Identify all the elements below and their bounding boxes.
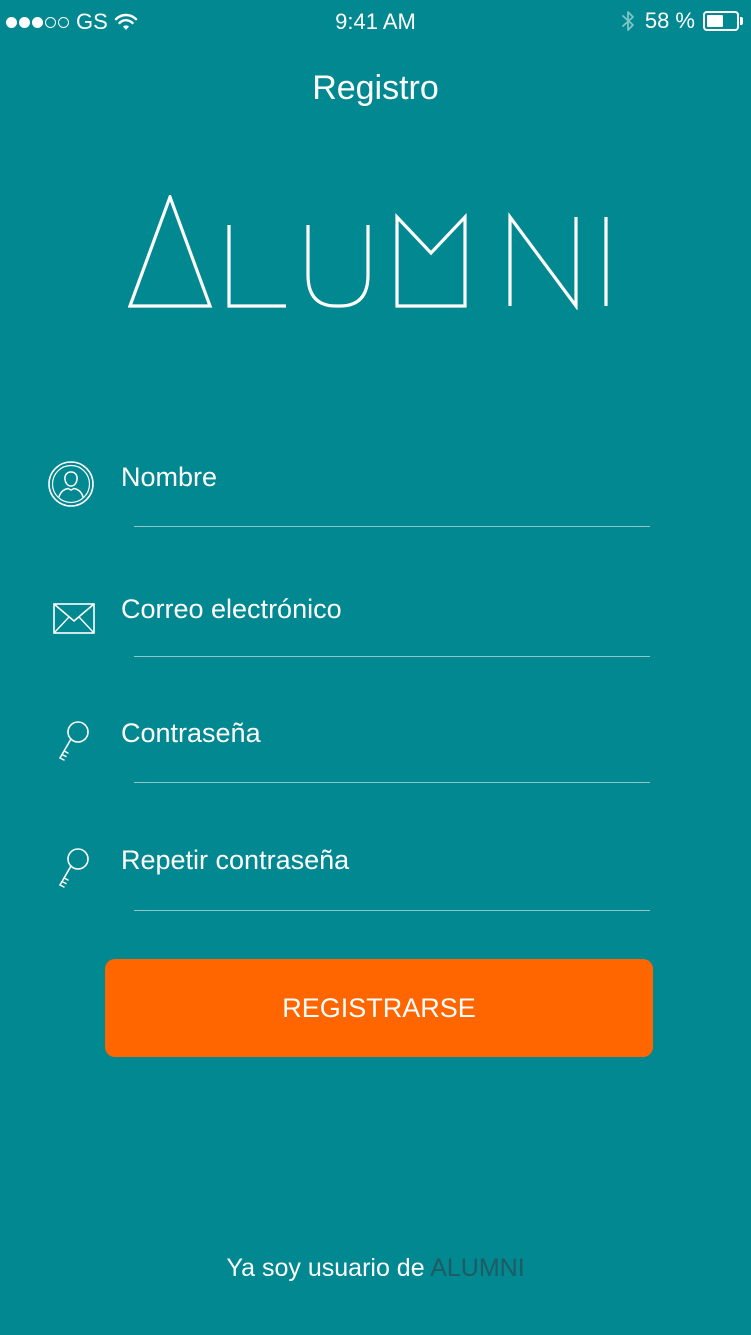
password-field — [0, 713, 751, 803]
alumni-logo — [128, 195, 608, 310]
bluetooth-icon — [621, 11, 634, 31]
battery-icon — [703, 11, 745, 31]
email-input[interactable] — [121, 589, 651, 629]
login-prompt-text: Ya soy usuario de — [226, 1254, 431, 1282]
logo-letter-n — [508, 212, 578, 310]
password-input[interactable] — [121, 713, 651, 753]
logo-letter-l — [227, 225, 286, 308]
email-field — [0, 589, 751, 679]
logo-letter-u — [306, 225, 370, 308]
logo-letter-m — [395, 212, 467, 308]
password-underline — [134, 782, 650, 783]
page-title: Registro — [312, 69, 439, 107]
name-underline — [134, 526, 650, 527]
user-icon — [48, 461, 94, 507]
battery-percent: 58 % — [644, 8, 695, 33]
login-link[interactable]: ALUMNI — [430, 1254, 524, 1282]
status-bar: GS 9:41 AM 58 % — [0, 0, 751, 44]
register-button[interactable]: REGISTRARSE — [105, 959, 653, 1057]
status-right: 58 % — [621, 8, 745, 34]
name-input[interactable] — [121, 457, 651, 497]
password-repeat-field — [0, 840, 751, 930]
battery-body — [703, 11, 739, 31]
battery-tip — [740, 17, 743, 25]
password-repeat-underline — [134, 910, 650, 911]
email-underline — [134, 656, 650, 657]
name-field — [0, 457, 751, 547]
logo-letter-a — [128, 195, 213, 308]
key-icon — [59, 848, 89, 888]
login-prompt: Ya soy usuario de ALUMNI — [0, 1254, 751, 1283]
envelope-icon — [53, 603, 95, 634]
password-repeat-input[interactable] — [121, 840, 651, 880]
battery-level — [707, 15, 724, 27]
key-icon — [59, 721, 89, 761]
